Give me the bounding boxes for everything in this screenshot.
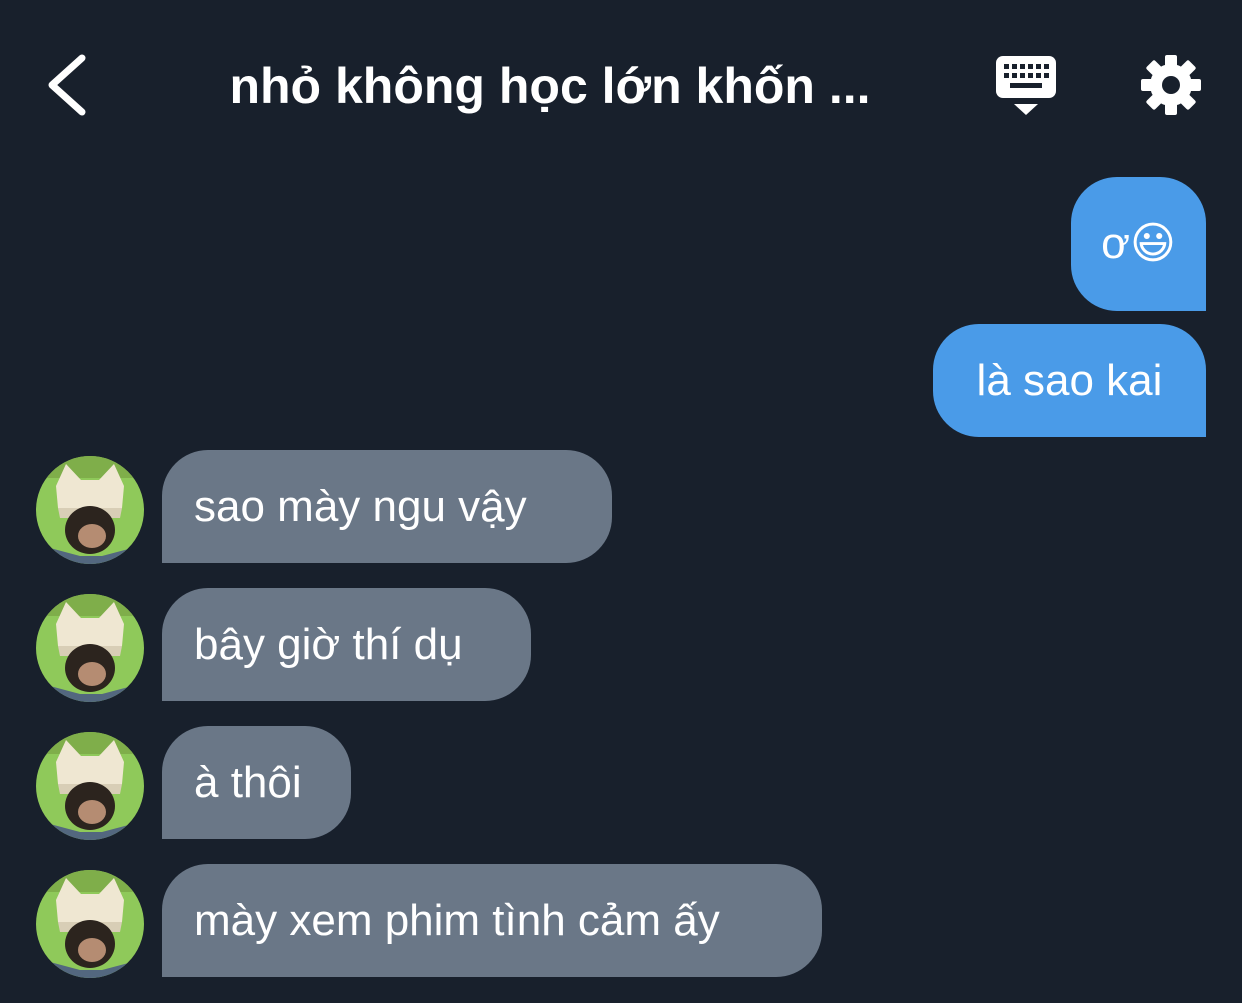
message-text: là sao kai: [976, 356, 1163, 405]
message-text: mày xem phim tình cảm ấy: [194, 896, 720, 945]
avatar-image: [36, 870, 144, 978]
incoming-message[interactable]: bây giờ thí dụ: [162, 588, 531, 701]
outgoing-message[interactable]: ơ😃: [1071, 177, 1206, 311]
chat-title[interactable]: nhỏ không học lớn khốn ...: [200, 56, 900, 116]
settings-button[interactable]: [1138, 52, 1204, 118]
avatar[interactable]: [36, 732, 144, 840]
avatar-image: [36, 594, 144, 702]
chat-header: nhỏ không học lớn khốn ...: [0, 0, 1242, 170]
chevron-left-icon: [48, 54, 86, 116]
incoming-message[interactable]: mày xem phim tình cảm ấy: [162, 864, 822, 977]
message-text: sao mày ngu vậy: [194, 482, 527, 531]
message-text: ơ😃: [1101, 219, 1176, 268]
avatar[interactable]: [36, 456, 144, 564]
incoming-message[interactable]: à thôi: [162, 726, 351, 839]
message-text: à thôi: [194, 758, 302, 807]
avatar[interactable]: [36, 870, 144, 978]
keyboard-icon: [996, 56, 1056, 115]
avatar[interactable]: [36, 594, 144, 702]
gear-icon: [1141, 55, 1201, 115]
chat-screen: nhỏ không học lớn khốn ... ơ😃 là sao kai…: [0, 0, 1242, 1003]
avatar-image: [36, 732, 144, 840]
avatar-image: [36, 456, 144, 564]
keyboard-button[interactable]: [990, 52, 1062, 120]
outgoing-message[interactable]: là sao kai: [933, 324, 1206, 437]
back-button[interactable]: [38, 50, 98, 120]
message-text: bây giờ thí dụ: [194, 620, 463, 669]
incoming-message[interactable]: sao mày ngu vậy: [162, 450, 612, 563]
